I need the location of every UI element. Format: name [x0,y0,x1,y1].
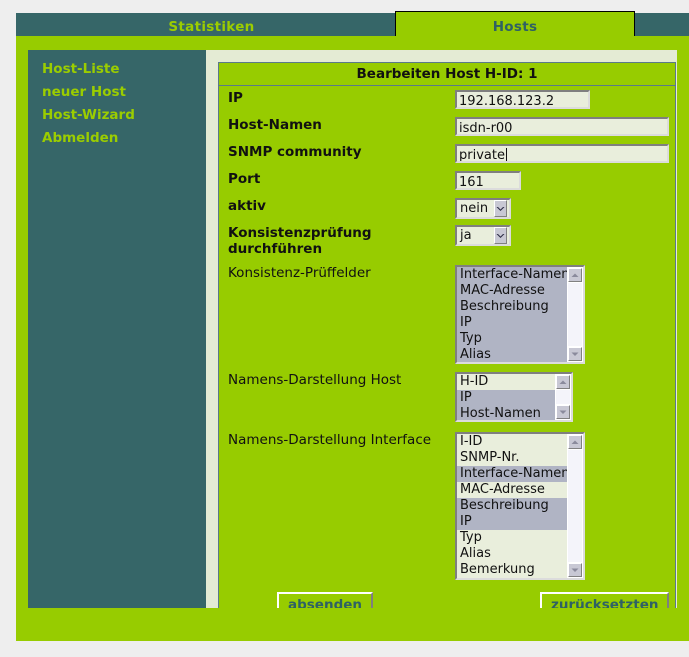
list-item[interactable]: Beschreibung [457,299,567,315]
chevron-down-icon[interactable] [494,200,507,217]
label-konsistenz: Konsistenzprüfung durchführen [228,225,372,257]
scroll-down-icon[interactable] [556,405,570,419]
text-caret [505,148,507,161]
field-namens-host-wrap: H-ID IP Host-Namen [455,372,675,422]
field-konsistenz-wrap: ja [455,225,675,246]
aktiv-select[interactable]: nein [455,198,511,219]
footer-bar [16,608,689,641]
sidebar-item-host-wizard[interactable]: Host-Wizard [28,104,206,127]
scrollbar-track[interactable] [556,390,570,404]
aktiv-select-value: nein [460,201,489,216]
scrollbar[interactable] [567,267,583,362]
scroll-up-icon[interactable] [556,375,570,389]
field-community-wrap: private [455,144,675,167]
namens-interface-options[interactable]: I-ID SNMP-Nr. Interface-Namen MAC-Adress… [457,434,567,578]
list-item[interactable]: SNMP-Nr. [457,450,567,466]
list-item[interactable]: Beschreibung [457,498,567,514]
list-item[interactable]: IP [457,390,555,406]
namens-host-options[interactable]: H-ID IP Host-Namen [457,374,555,420]
list-item[interactable]: IP [457,315,567,331]
ip-input[interactable]: 192.168.123.2 [455,90,590,109]
field-ip-wrap: 192.168.123.2 [455,90,675,113]
label-hostname: Host-Namen [228,117,322,133]
prueffelder-listbox[interactable]: Interface-Namen MAC-Adresse Beschreibung… [455,265,585,364]
field-hostname-wrap: isdn-r00 [455,117,675,140]
label-namens-host: Namens-Darstellung Host [228,372,402,388]
list-item[interactable]: Typ [457,331,567,347]
label-aktiv: aktiv [228,198,266,214]
namens-interface-listbox[interactable]: I-ID SNMP-Nr. Interface-Namen MAC-Adress… [455,432,585,580]
row-namens-interface: Namens-Darstellung Interface I-ID SNMP-N… [219,432,675,580]
prueffelder-options[interactable]: Interface-Namen MAC-Adresse Beschreibung… [457,267,567,362]
list-item[interactable]: Interface-Namen [457,267,567,283]
list-item[interactable]: Typ [457,530,567,546]
form-body: IP 192.168.123.2 Host-Namen isdn-r00 SNM… [219,86,675,619]
label-namens-interface: Namens-Darstellung Interface [228,432,432,448]
list-item[interactable]: Interface-Namen [457,466,567,482]
content-area: Bearbeiten Host H-ID: 1 IP 192.168.123.2… [206,50,677,619]
port-input[interactable]: 161 [455,171,521,190]
row-konsistenz: Konsistenzprüfung durchführen ja [219,225,675,257]
list-item[interactable]: Bemerkung [457,562,567,578]
field-prueffelder-wrap: Interface-Namen MAC-Adresse Beschreibung… [455,265,675,364]
scrollbar[interactable] [555,374,571,420]
scrollbar[interactable] [567,434,583,578]
label-ip: IP [228,90,243,106]
sidebar: Host-Liste neuer Host Host-Wizard Abmeld… [28,50,206,614]
row-namens-host: Namens-Darstellung Host H-ID IP Host-Nam… [219,372,675,422]
page-root: Statistiken Hosts Host-Liste neuer Host … [8,0,689,649]
konsistenz-select[interactable]: ja [455,225,511,246]
field-port-wrap: 161 [455,171,675,194]
row-hostname: Host-Namen isdn-r00 [219,117,675,140]
list-item[interactable]: Alias [457,347,567,362]
label-prueffelder: Konsistenz-Prüffelder [228,265,371,281]
sidebar-item-host-liste[interactable]: Host-Liste [28,58,206,81]
hostname-input[interactable]: isdn-r00 [455,117,669,136]
row-ip: IP 192.168.123.2 [219,90,675,113]
sidebar-item-neuer-host[interactable]: neuer Host [28,81,206,104]
scroll-down-icon[interactable] [568,563,582,577]
main-shell: Host-Liste neuer Host Host-Wizard Abmeld… [16,36,689,641]
scroll-up-icon[interactable] [568,435,582,449]
row-port: Port 161 [219,171,675,194]
scroll-up-icon[interactable] [568,268,582,282]
row-prueffelder: Konsistenz-Prüffelder Interface-Namen MA… [219,265,675,364]
chevron-down-icon[interactable] [494,227,507,244]
form-title: Bearbeiten Host H-ID: 1 [219,63,675,86]
row-aktiv: aktiv nein [219,198,675,219]
scrollbar-track[interactable] [568,450,582,562]
scroll-down-icon[interactable] [568,347,582,361]
scrollbar-track[interactable] [568,283,582,346]
list-item[interactable]: H-ID [457,374,555,390]
list-item[interactable]: Host-Namen [457,406,555,420]
sidebar-item-abmelden[interactable]: Abmelden [28,127,206,150]
list-item[interactable]: IP [457,514,567,530]
namens-host-listbox[interactable]: H-ID IP Host-Namen [455,372,573,422]
label-community: SNMP community [228,144,362,160]
community-input-text: private [459,148,505,163]
label-port: Port [228,171,261,187]
field-namens-interface-wrap: I-ID SNMP-Nr. Interface-Namen MAC-Adress… [455,432,675,580]
row-community: SNMP community private [219,144,675,167]
field-aktiv-wrap: nein [455,198,675,219]
list-item[interactable]: MAC-Adresse [457,482,567,498]
list-item[interactable]: MAC-Adresse [457,283,567,299]
community-input[interactable]: private [455,144,669,163]
list-item[interactable]: Alias [457,546,567,562]
edit-host-form: Bearbeiten Host H-ID: 1 IP 192.168.123.2… [218,62,676,619]
list-item[interactable]: I-ID [457,434,567,450]
konsistenz-select-value: ja [460,228,472,243]
